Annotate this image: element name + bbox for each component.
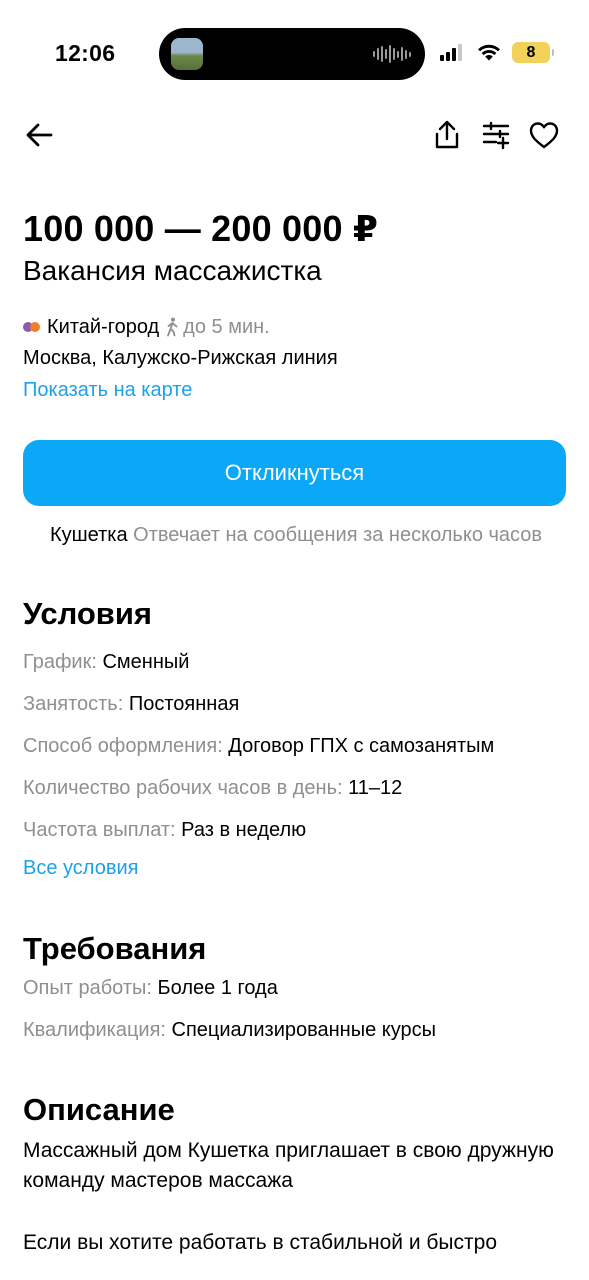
description-section: Описание Массажный дом Кушетка приглашае… <box>23 1090 569 1258</box>
description-title: Описание <box>23 1092 175 1127</box>
share-icon <box>435 120 459 149</box>
response-info: Кушетка Отвечает на сообщения за несколь… <box>23 520 569 550</box>
response-note: Отвечает на сообщения за несколько часов <box>133 524 543 546</box>
condition-row: График: Сменный <box>23 648 569 676</box>
requirement-value: Специализированные курсы <box>171 1019 437 1041</box>
walk-time: до 5 мин. <box>183 316 270 338</box>
arrow-left-icon <box>26 123 53 147</box>
metro-info: Китай-город до 5 мин. <box>23 313 569 341</box>
share-button[interactable] <box>430 118 464 152</box>
condition-row: Частота выплат: Раз в неделю <box>23 816 569 844</box>
sliders-icon <box>482 121 510 150</box>
requirement-row: Квалификация: Специализированные курсы <box>23 1016 569 1044</box>
top-nav <box>0 110 589 160</box>
apply-button[interactable]: Откликнуться <box>23 440 566 506</box>
condition-row: Способ оформления: Договор ГПХ с самозан… <box>23 732 569 760</box>
dynamic-island[interactable] <box>159 28 425 80</box>
heart-icon <box>529 122 559 149</box>
favorite-button[interactable] <box>527 118 561 152</box>
filter-button[interactable] <box>479 118 513 152</box>
conditions-section: Условия График: Сменный Занятость: Посто… <box>23 594 569 882</box>
status-bar: 12:06 8 <box>0 0 589 100</box>
condition-value: Постоянная <box>128 693 240 715</box>
address: Москва, Калужско-Рижская линия <box>23 347 338 369</box>
cellular-signal-icon <box>440 43 462 61</box>
conditions-title: Условия <box>23 596 152 631</box>
back-button[interactable] <box>22 118 56 152</box>
audio-waveform-icon <box>373 44 411 64</box>
condition-key: График: <box>23 651 97 673</box>
condition-value: Договор ГПХ с самозанятым <box>228 735 495 757</box>
condition-value: Раз в неделю <box>181 819 307 841</box>
requirements-section: Требования Опыт работы: Более 1 года Ква… <box>23 929 569 1044</box>
metro-line-dot <box>30 322 40 332</box>
salary-range: 100 000 — 200 000 ₽ <box>23 208 379 249</box>
status-time: 12:06 <box>55 40 116 66</box>
vacancy-content: 100 000 — 200 000 ₽ Вакансия массажистка… <box>23 200 569 1258</box>
metro-station: Китай-город <box>47 316 160 338</box>
requirement-value: Более 1 года <box>157 977 278 999</box>
condition-value: Сменный <box>102 651 190 673</box>
requirements-title: Требования <box>23 931 207 966</box>
requirement-row: Опыт работы: Более 1 года <box>23 974 569 1002</box>
description-paragraph: Если вы хотите работать в стабильной и б… <box>23 1231 498 1254</box>
condition-row: Занятость: Постоянная <box>23 690 569 718</box>
condition-row: Количество рабочих часов в день: 11–12 <box>23 774 569 802</box>
requirement-key: Квалификация: <box>23 1019 166 1041</box>
show-on-map-link[interactable]: Показать на карте <box>23 376 569 404</box>
battery-indicator: 8 <box>512 42 554 63</box>
description-paragraph: Массажный дом Кушетка приглашает в свою … <box>23 1139 554 1192</box>
condition-key: Количество рабочих часов в день: <box>23 777 343 799</box>
all-conditions-link[interactable]: Все условия <box>23 854 569 882</box>
condition-key: Частота выплат: <box>23 819 176 841</box>
requirement-key: Опыт работы: <box>23 977 152 999</box>
vacancy-title: Вакансия массажистка <box>23 255 322 286</box>
now-playing-thumbnail <box>171 38 203 70</box>
wifi-icon <box>478 44 500 61</box>
condition-value: 11–12 <box>348 777 403 799</box>
walking-icon <box>165 317 179 337</box>
condition-key: Занятость: <box>23 693 124 715</box>
company-name[interactable]: Кушетка <box>50 524 128 546</box>
condition-key: Способ оформления: <box>23 735 223 757</box>
metro-line-icon <box>23 322 40 332</box>
